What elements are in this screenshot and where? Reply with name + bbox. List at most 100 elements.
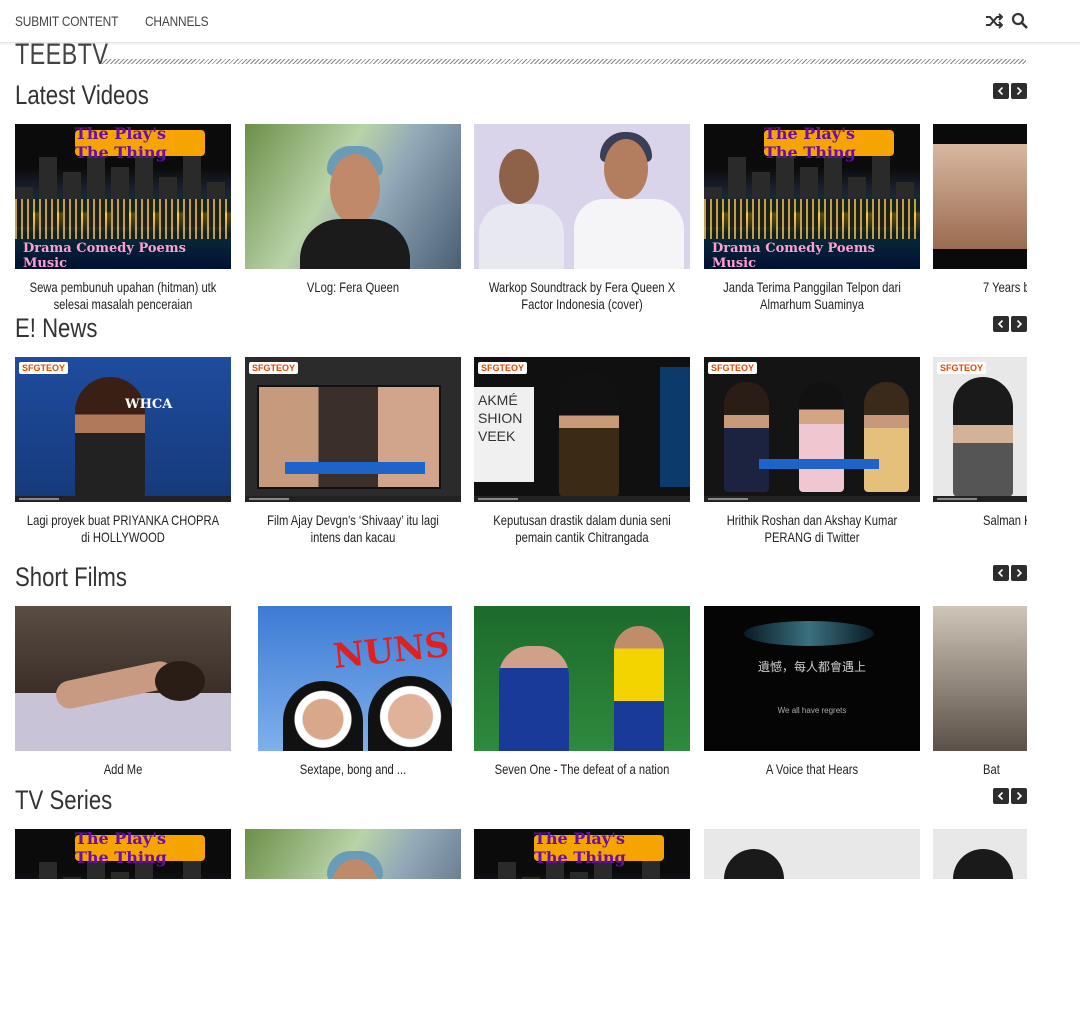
prev-arrow-button[interactable] xyxy=(993,83,1009,99)
section-title[interactable]: Short Films xyxy=(15,562,127,593)
section-title[interactable]: Latest Videos xyxy=(15,80,149,111)
video-card[interactable]: Warkop Soundtrack by Fera Queen X Factor… xyxy=(474,124,690,313)
video-title-link[interactable]: Salman Khan t beauty Zhu Z 'Tı xyxy=(983,512,1027,529)
video-card[interactable]: The Play's The Thing xyxy=(15,829,231,879)
video-title-link[interactable]: Bat xyxy=(983,761,1027,778)
video-card[interactable]: 7 Years b xyxy=(933,124,1027,296)
video-card[interactable] xyxy=(245,829,461,879)
thumb-banner-text: The Play's The Thing xyxy=(75,829,205,867)
next-arrow-button[interactable] xyxy=(1011,788,1027,804)
video-card[interactable]: Bat xyxy=(933,606,1027,778)
video-card[interactable]: SFGTEOY Film Ajay Devgn's ‘Shivaay’ itu l… xyxy=(245,357,461,546)
prev-arrow-button[interactable] xyxy=(993,788,1009,804)
video-title-link[interactable]: Keputusan drastik dalam dunia seni pemai… xyxy=(482,512,682,546)
video-card[interactable]: NUNS Sextape, bong and ... xyxy=(245,606,461,778)
video-progress-bar xyxy=(15,496,231,502)
person-figure xyxy=(953,849,1013,879)
video-thumbnail[interactable] xyxy=(474,606,690,751)
nav-link-channels[interactable]: CHANNELS xyxy=(145,13,209,29)
person-figure xyxy=(799,382,844,492)
person-figure xyxy=(864,382,909,492)
prev-arrow-button[interactable] xyxy=(993,565,1009,581)
person-face xyxy=(499,149,539,204)
video-card[interactable]: WHCA SFGTEOY Lagi proyek buat PRIYANKA CHO… xyxy=(15,357,231,546)
video-thumbnail[interactable]: WHCA SFGTEOY xyxy=(15,357,231,502)
video-card[interactable]: Add Me xyxy=(15,606,231,778)
video-card[interactable] xyxy=(704,829,920,879)
next-arrow-button[interactable] xyxy=(1011,316,1027,332)
video-thumbnail[interactable]: The Play's The Thing Drama Comedy Poems M… xyxy=(704,124,920,269)
video-card[interactable]: SFGTEOY Hrithik Roshan dan Akshay Kumar P… xyxy=(704,357,920,546)
video-card[interactable]: Seven One - The defeat of a nation xyxy=(474,606,690,778)
video-thumbnail[interactable]: SFGTEOY xyxy=(933,357,1027,502)
video-card[interactable]: 遺憾，每人都會遇上 We all have regrets A Voice that… xyxy=(704,606,920,778)
chevron-right-icon xyxy=(1016,87,1023,95)
prev-arrow-button[interactable] xyxy=(993,316,1009,332)
thumb-tag-text: WHCA xyxy=(125,397,173,412)
video-thumbnail[interactable] xyxy=(245,829,461,879)
video-title-link[interactable]: Film Ajay Devgn's ‘Shivaay’ itu lagi int… xyxy=(253,512,453,546)
building-shape xyxy=(522,877,540,879)
section-latest-videos: Latest Videos The Play's The Thing Drama C… xyxy=(15,80,1027,330)
video-title-link[interactable]: A Voice that Hears xyxy=(712,761,912,778)
video-thumbnail[interactable]: SFGTEOY xyxy=(704,357,920,502)
top-nav-bar: SUBMIT CONTENT CHANNELS xyxy=(0,0,1080,43)
video-card[interactable]: VLog: Fera Queen xyxy=(245,124,461,296)
video-title-link[interactable]: Janda Terima Panggilan Telpon dari Almar… xyxy=(712,279,912,313)
video-card[interactable]: SFGTEOY Salman Khan t beauty Zhu Z 'Tı xyxy=(933,357,1027,529)
video-thumbnail[interactable]: The Play's The Thing Drama Comedy Poems M… xyxy=(15,124,231,269)
nav-link-submit-content[interactable]: SUBMIT CONTENT xyxy=(15,13,118,29)
person-face xyxy=(604,139,648,199)
building-shape xyxy=(39,862,57,879)
video-thumbnail[interactable] xyxy=(15,606,231,751)
thumb-tag-text: 遺憾，每人都會遇上 xyxy=(757,660,866,674)
search-icon[interactable] xyxy=(1011,12,1029,30)
thumb-tag-text: AKMÉ SHION VEEK xyxy=(474,387,534,482)
person-shirt xyxy=(574,199,684,269)
video-title-link[interactable]: Sewa pembunuh upahan (hitman) utk selesa… xyxy=(23,279,223,313)
next-arrow-button[interactable] xyxy=(1011,565,1027,581)
site-title: TEEBTV xyxy=(15,38,109,71)
video-card[interactable] xyxy=(933,829,1027,879)
video-thumbnail[interactable]: AKMÉ SHION VEEK SFGTEOY xyxy=(474,357,690,502)
video-thumbnail[interactable] xyxy=(933,606,1027,751)
chevron-left-icon xyxy=(997,792,1004,800)
light-glow xyxy=(744,621,874,646)
video-title-link[interactable]: Warkop Soundtrack by Fera Queen X Factor… xyxy=(482,279,682,313)
video-card[interactable]: AKMÉ SHION VEEK SFGTEOY Keputusan drastik … xyxy=(474,357,690,546)
city-lights xyxy=(704,199,920,239)
video-thumbnail[interactable]: The Play's The Thing xyxy=(15,829,231,879)
carousel-arrows xyxy=(993,316,1027,332)
video-title-link[interactable]: Seven One - The defeat of a nation xyxy=(482,761,682,778)
channel-logo: SFGTEOY xyxy=(708,362,758,374)
section-title[interactable]: TV Series xyxy=(15,785,112,816)
video-carousel: The Play's The Thing The Play's The Thing xyxy=(15,829,1027,879)
video-card[interactable]: The Play's The Thing xyxy=(474,829,690,879)
shuffle-icon[interactable] xyxy=(985,12,1004,30)
next-arrow-button[interactable] xyxy=(1011,83,1027,99)
video-thumbnail[interactable] xyxy=(245,124,461,269)
video-title-link[interactable]: Add Me xyxy=(23,761,223,778)
video-thumbnail[interactable]: SFGTEOY xyxy=(245,357,461,502)
news-strip xyxy=(759,459,879,469)
video-thumbnail[interactable] xyxy=(933,829,1027,879)
video-card[interactable]: The Play's The Thing Drama Comedy Poems M… xyxy=(15,124,231,313)
video-thumbnail[interactable] xyxy=(933,124,1027,269)
video-title-link[interactable]: Lagi proyek buat PRIYANKA CHOPRA di HOLL… xyxy=(23,512,223,546)
video-title-link[interactable]: Hrithik Roshan dan Akshay Kumar PERANG d… xyxy=(712,512,912,546)
video-thumbnail[interactable]: NUNS xyxy=(258,606,452,751)
video-thumbnail[interactable]: The Play's The Thing xyxy=(474,829,690,879)
thumb-subtitle-text: Drama Comedy Poems Music xyxy=(23,241,186,269)
nun-figure xyxy=(283,681,363,751)
video-thumbnail[interactable] xyxy=(704,829,920,879)
video-thumbnail[interactable] xyxy=(474,124,690,269)
thumb-banner-text: The Play's The Thing xyxy=(764,124,894,162)
video-thumbnail[interactable]: 遺憾，每人都會遇上 We all have regrets xyxy=(704,606,920,751)
video-card[interactable]: The Play's The Thing Drama Comedy Poems M… xyxy=(704,124,920,313)
chevron-left-icon xyxy=(997,569,1004,577)
video-title-link[interactable]: VLog: Fera Queen xyxy=(253,279,453,296)
section-title[interactable]: E! News xyxy=(15,313,97,344)
video-progress-bar xyxy=(245,496,461,502)
video-title-link[interactable]: 7 Years b xyxy=(983,279,1027,296)
video-title-link[interactable]: Sextape, bong and ... xyxy=(253,761,453,778)
